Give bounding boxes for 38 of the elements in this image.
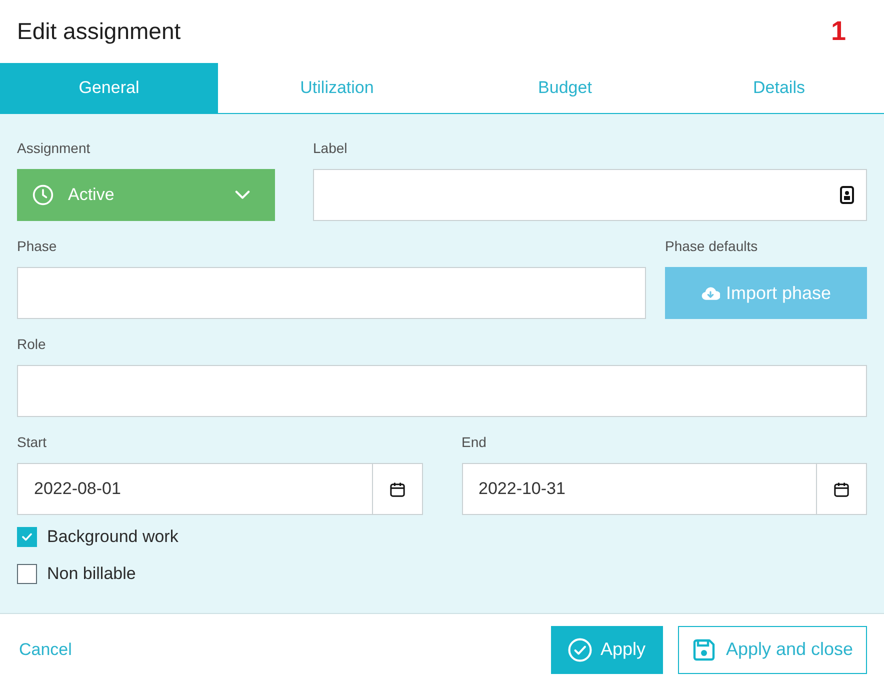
phase-input[interactable] (17, 267, 646, 319)
calendar-icon (834, 482, 849, 496)
import-phase-button[interactable]: Import phase (665, 267, 867, 319)
check-icon (22, 533, 32, 541)
calendar-button[interactable] (372, 463, 422, 515)
clock-icon (32, 184, 54, 206)
field-label: Start (17, 434, 47, 451)
contact-card-icon[interactable] (840, 186, 854, 204)
cancel-link[interactable]: Cancel (19, 640, 72, 660)
checkbox[interactable] (17, 527, 37, 547)
save-icon (692, 638, 716, 662)
field-label: End (462, 434, 486, 451)
apply-and-close-button[interactable]: Apply and close (678, 626, 867, 674)
number-marker: 1 (830, 16, 846, 47)
apply-button[interactable]: Apply (551, 626, 663, 674)
checkbox[interactable] (17, 564, 37, 584)
calendar-icon (390, 482, 404, 496)
check-circle-icon (568, 638, 592, 662)
checkbox-label: Background work (47, 527, 178, 547)
dialog-title: Edit assignment (17, 18, 182, 45)
field-label: Role (17, 336, 46, 353)
checkbox-label: Non billable (47, 564, 136, 584)
tab[interactable]: General (0, 63, 218, 113)
field-label: Assignment (17, 140, 90, 157)
tab[interactable]: Budget (456, 63, 674, 113)
tab[interactable]: Utilization (218, 63, 456, 113)
field-label: Phase defaults (665, 238, 758, 255)
role-input[interactable] (17, 365, 867, 417)
field-label: Phase (17, 238, 57, 255)
date-input[interactable]: 2022-08-01 (17, 463, 372, 515)
status-dropdown[interactable]: Active (17, 169, 275, 221)
date-input[interactable]: 2022-10-31 (462, 463, 816, 515)
field-label: Label (313, 140, 348, 157)
tab[interactable]: Details (674, 63, 884, 113)
label-input[interactable] (313, 169, 867, 221)
calendar-button[interactable] (816, 463, 867, 515)
cloud-download-icon (700, 286, 720, 300)
chevron-down-icon (235, 190, 250, 200)
